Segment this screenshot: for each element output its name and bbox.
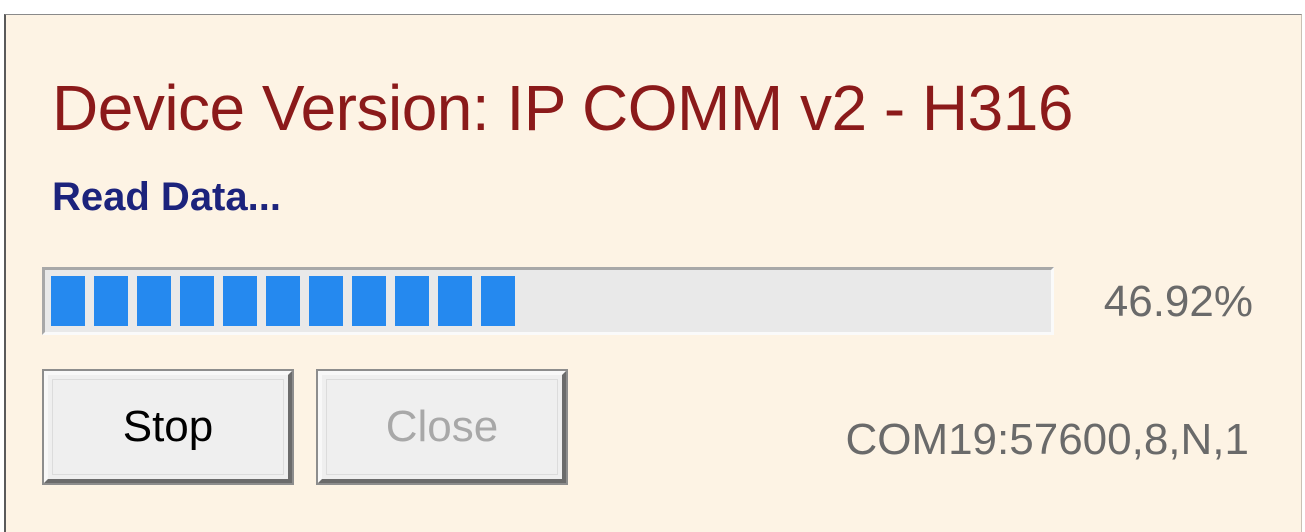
stop-button-label: Stop bbox=[122, 402, 214, 451]
progress-percent: 46.92% bbox=[1103, 277, 1253, 326]
port-settings: COM19:57600,8,N,1 bbox=[845, 415, 1249, 464]
stop-button[interactable]: Stop bbox=[44, 371, 292, 483]
status-text: Read Data... bbox=[52, 175, 281, 219]
progress-fill bbox=[51, 276, 518, 326]
device-version-title: Device Version: IP COMM v2 - H316 bbox=[52, 72, 1073, 144]
close-button-label: Close bbox=[385, 402, 499, 451]
progress-track bbox=[51, 276, 1045, 326]
progress-dialog: Device Version: IP COMM v2 - H316 Read D… bbox=[4, 14, 1302, 532]
progress-bar bbox=[42, 267, 1054, 335]
close-button[interactable]: Close bbox=[318, 371, 566, 483]
